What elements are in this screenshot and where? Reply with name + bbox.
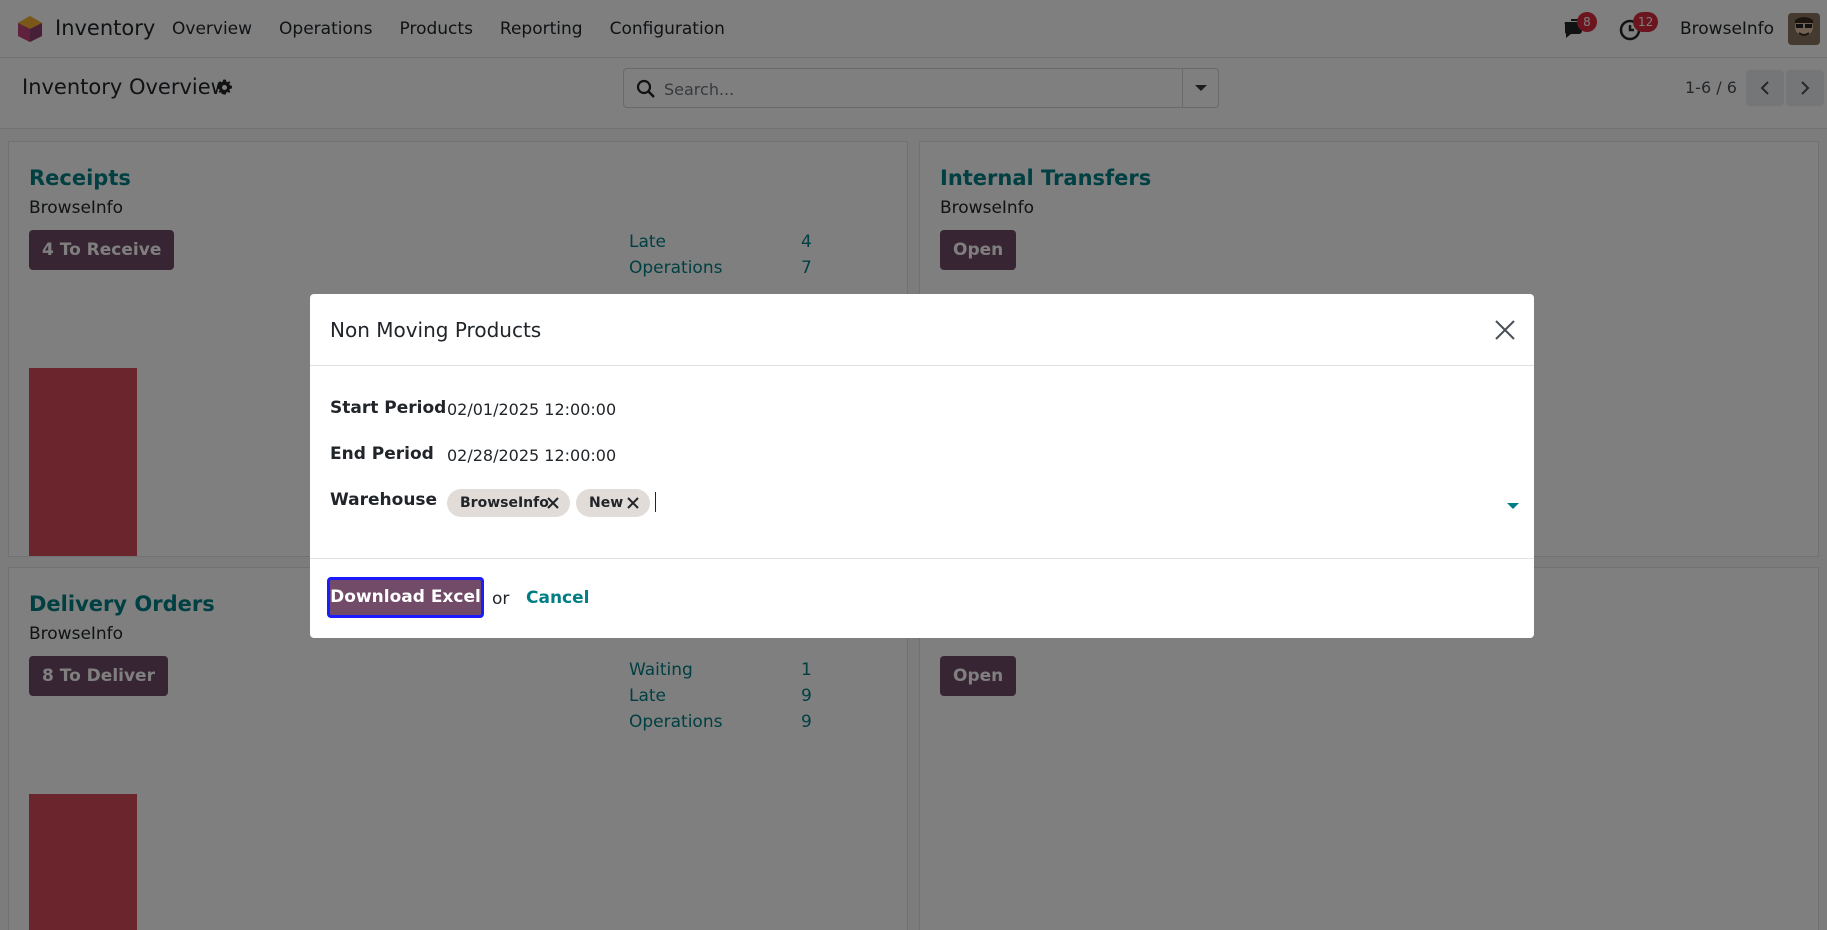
non-moving-products-dialog: Non Moving Products Start Period 02/01/2… [310,294,1534,638]
warehouse-dropdown-caret[interactable] [1507,503,1519,509]
modal-title: Non Moving Products [330,318,542,342]
start-period-field[interactable]: 02/01/2025 12:00:00 [447,400,616,419]
end-period-field[interactable]: 02/28/2025 12:00:00 [447,446,616,465]
start-period-label: Start Period [330,398,447,418]
end-period-label: End Period [330,444,434,464]
remove-tag-icon[interactable] [626,496,640,510]
modal-footer: Download Excel or Cancel [310,558,1534,638]
download-excel-button[interactable]: Download Excel [327,577,484,618]
warehouse-input[interactable] [655,492,656,512]
warehouse-tag-browseinfo: BrowseInfo [447,489,570,517]
remove-tag-icon[interactable] [546,496,560,510]
warehouse-tag-new: New [576,489,650,517]
or-text: or [492,589,510,609]
modal-header: Non Moving Products [310,294,1534,366]
close-icon[interactable] [1493,318,1517,342]
cancel-button[interactable]: Cancel [526,588,589,608]
tag-label: New [589,495,624,511]
tag-label: BrowseInfo [460,495,549,511]
warehouse-label: Warehouse [330,490,438,510]
